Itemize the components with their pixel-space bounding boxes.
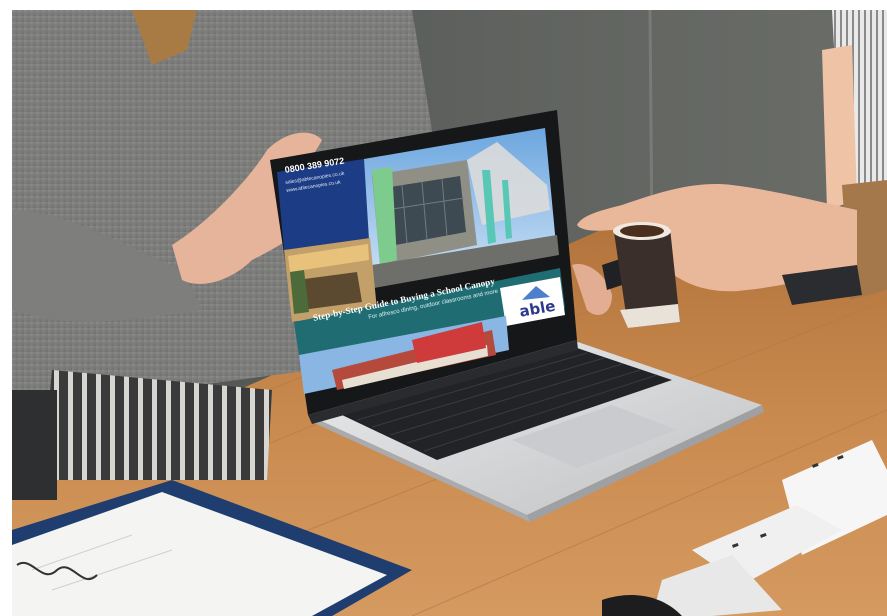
- coffee-cup: [613, 222, 680, 328]
- photo-scene: 0800 389 9072 sales@ablecanopies.co.uk w…: [12, 10, 887, 616]
- scene-illustration: [12, 10, 887, 616]
